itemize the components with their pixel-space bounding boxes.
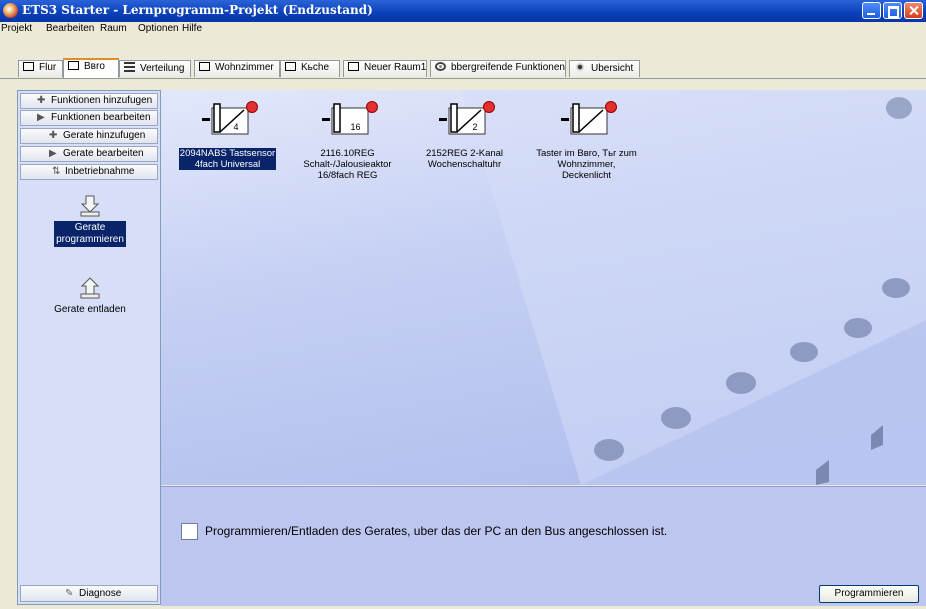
bus-device-checkbox[interactable] [181, 523, 198, 540]
programming-panel: Programmieren/Entladen des Gerates, uber… [161, 486, 926, 606]
label-line: 2152REG 2-Kanal [425, 148, 504, 159]
menu-bearbeiten[interactable]: Bearbeiten [46, 23, 94, 34]
sidebar: ✚ Funktionen hinzufugen ▶ Funktionen bea… [17, 90, 161, 605]
button-label: Gerate hinzufugen [63, 130, 146, 141]
puzzle-icon: ✚ [49, 130, 58, 141]
device-taster-function[interactable]: Taster im Bвro, Tьr zum Wohnzimmer, Decken… [524, 98, 649, 181]
window-title: ETS3 Starter - Lernprogramm-Projekt (End… [22, 3, 373, 17]
channel-count: 2 [472, 122, 478, 132]
functions-add-button[interactable]: ✚ Funktionen hinzufugen [20, 93, 158, 109]
device-label: 2152REG 2-Kanal Wochenschaltuhr [425, 148, 504, 170]
tab-label: Bвro [84, 61, 105, 72]
title-bar[interactable]: ETS3 Starter - Lernprogramm-Projekt (End… [0, 0, 926, 22]
commissioning-icon: ⇅ [52, 166, 61, 177]
tab-label: Neuer Raum1 [364, 62, 427, 73]
button-label: Funktionen bearbeiten [51, 112, 151, 123]
device-label: Taster im Bвro, Tьr zum Wohnzimmer, Decken… [535, 148, 638, 181]
channel-count: 4 [233, 122, 239, 132]
tab-label: Kьche [301, 62, 330, 73]
tab-wohnzimmer[interactable]: Wohnzimmer [194, 60, 280, 77]
program-button[interactable]: Programmieren [819, 585, 919, 603]
label-line: 4fach Universal [194, 159, 261, 170]
action-label: Gerate programmieren [54, 221, 126, 247]
puzzle-icon: ✚ [37, 95, 46, 106]
channel-count: 16 [350, 122, 361, 132]
tab-label: Verteilung [140, 63, 185, 74]
device-icon: 16 [318, 98, 378, 146]
device-icon: 2 [435, 98, 495, 146]
label-line: Deckenlicht [561, 170, 612, 181]
room-icon [285, 62, 296, 71]
tab-verteilung[interactable]: Verteilung [119, 60, 191, 77]
remove-badge-icon[interactable] [604, 101, 617, 113]
room-icon [23, 62, 34, 71]
device-icon [557, 98, 617, 146]
upload-arrow-icon [79, 277, 101, 299]
menu-projekt[interactable]: Projekt [1, 23, 32, 34]
tab-kueche[interactable]: Kьche [280, 60, 340, 77]
menu-optionen[interactable]: Optionen [138, 23, 179, 34]
label-line: Gerate entladen [54, 304, 126, 315]
label-line: Wochenschaltuhr [427, 159, 502, 170]
menu-bar: Projekt Bearbeiten Raum Optionen Hilfe [0, 22, 926, 38]
remove-badge-icon[interactable] [245, 101, 258, 113]
maximize-button[interactable] [883, 2, 902, 19]
menu-raum[interactable]: Raum [100, 23, 127, 34]
tab-label: Ubersicht [591, 63, 634, 74]
app-icon [3, 3, 18, 18]
distribution-icon [124, 62, 135, 72]
device-tastsensor[interactable]: 4 2094NABS Tastsensor 4fach Universal [165, 98, 290, 170]
tab-label: Flur [39, 62, 57, 73]
minimize-button[interactable] [862, 2, 881, 19]
tab-buero[interactable]: Bвro [63, 58, 119, 78]
arrow-right-icon: ▶ [37, 112, 45, 123]
devices-edit-button[interactable]: ▶ Gerate bearbeiten [20, 146, 158, 162]
label-line: Schalt-/Jalousieaktor [303, 159, 392, 170]
device-schaltaktor[interactable]: 16 2116.10REG Schalt-/Jalousieaktor 16/8fa… [285, 98, 410, 181]
device-schaltuhr[interactable]: 2 2152REG 2-Kanal Wochenschaltuhr [402, 98, 527, 170]
label-line: Gerate [74, 222, 106, 233]
overview-icon [574, 62, 586, 72]
label-line: 2094NABS Tastsensor [179, 148, 276, 159]
tab-uebergreifende-funktionen[interactable]: bbergreifende Funktionen [430, 60, 566, 77]
room-icon [348, 62, 359, 71]
tab-uebersicht[interactable]: Ubersicht [569, 60, 640, 77]
button-label: Funktionen hinzufugen [51, 95, 153, 106]
close-button[interactable] [904, 2, 923, 19]
commissioning-button[interactable]: ⇅ Inbetriebnahme [20, 164, 158, 180]
tab-label: Wohnzimmer [215, 62, 274, 73]
tab-flur[interactable]: Flur [18, 60, 63, 77]
action-label: Gerate entladen [52, 303, 128, 317]
device-workspace[interactable]: 4 2094NABS Tastsensor 4fach Universal 16 … [161, 90, 926, 485]
remove-badge-icon[interactable] [482, 101, 495, 113]
device-label: 2094NABS Tastsensor 4fach Universal [178, 148, 277, 170]
bus-device-checkbox-label[interactable]: Programmieren/Entladen des Gerates, uber… [205, 524, 667, 538]
button-label: Diagnose [79, 588, 122, 599]
pen-icon: ✎ [65, 588, 74, 599]
action-unload-devices[interactable]: Gerate entladen [38, 277, 142, 317]
device-label: 2116.10REG Schalt-/Jalousieaktor 16/8fach … [302, 148, 392, 181]
label-line: Wohnzimmer, [557, 159, 616, 170]
action-program-devices[interactable]: Gerate programmieren [38, 195, 142, 247]
remove-badge-icon[interactable] [365, 101, 378, 113]
tab-label: bbergreifende Funktionen [451, 62, 565, 73]
label-line: programmieren [56, 234, 124, 245]
arrow-right-icon: ▶ [49, 148, 57, 159]
room-icon [199, 62, 210, 71]
label-line: Taster im Bвro, Tьr zum [536, 148, 637, 159]
device-icon: 4 [198, 98, 258, 146]
button-label: Inbetriebnahme [65, 166, 135, 177]
global-functions-icon [435, 62, 446, 71]
functions-edit-button[interactable]: ▶ Funktionen bearbeiten [20, 110, 158, 126]
diagnose-button[interactable]: ✎ Diagnose [20, 585, 158, 602]
tab-neuer-raum1[interactable]: Neuer Raum1 [343, 60, 427, 77]
room-icon [68, 61, 79, 70]
label-line: 16/8fach REG [317, 170, 378, 181]
room-tabs: Flur Bвro Verteilung Wohnzimmer Kьche Ne… [0, 58, 926, 79]
download-arrow-icon [79, 195, 101, 217]
label-line: 2116.10REG [320, 148, 375, 159]
devices-add-button[interactable]: ✚ Gerate hinzufugen [20, 128, 158, 144]
menu-hilfe[interactable]: Hilfe [182, 23, 202, 34]
button-label: Gerate bearbeiten [63, 148, 144, 159]
